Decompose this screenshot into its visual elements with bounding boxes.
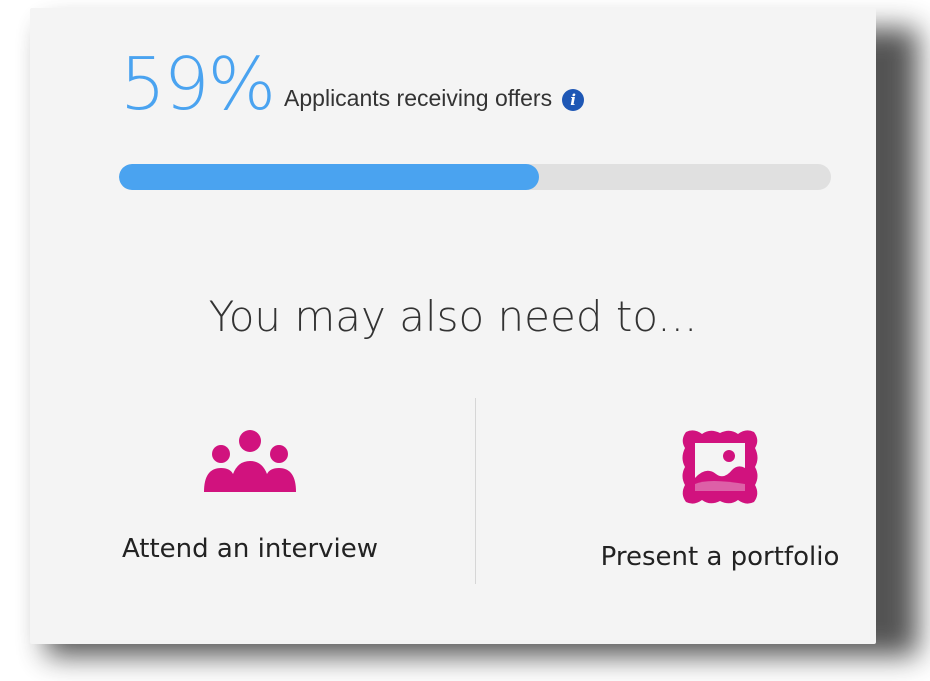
- action-label: Attend an interview: [121, 534, 379, 564]
- also-need-heading: You may also need to...: [208, 292, 698, 341]
- action-label: Present a portfolio: [600, 542, 840, 572]
- group-icon: [204, 430, 296, 492]
- stat-row: 59% Applicants receiving offers i: [120, 30, 585, 126]
- action-present-portfolio[interactable]: Present a portfolio: [560, 428, 880, 572]
- info-icon[interactable]: i: [562, 89, 585, 111]
- offer-rate-percent: 59%: [120, 42, 276, 126]
- offer-rate-label: Applicants receiving offers: [284, 85, 553, 111]
- portfolio-icon: [682, 430, 758, 504]
- action-attend-interview[interactable]: Attend an interview: [90, 428, 410, 564]
- offer-rate-card: 59% Applicants receiving offers i You ma…: [30, 8, 876, 644]
- offer-rate-progress-fill: [119, 164, 540, 190]
- actions-divider: [475, 398, 476, 584]
- offer-rate-progress-bar: [119, 164, 831, 190]
